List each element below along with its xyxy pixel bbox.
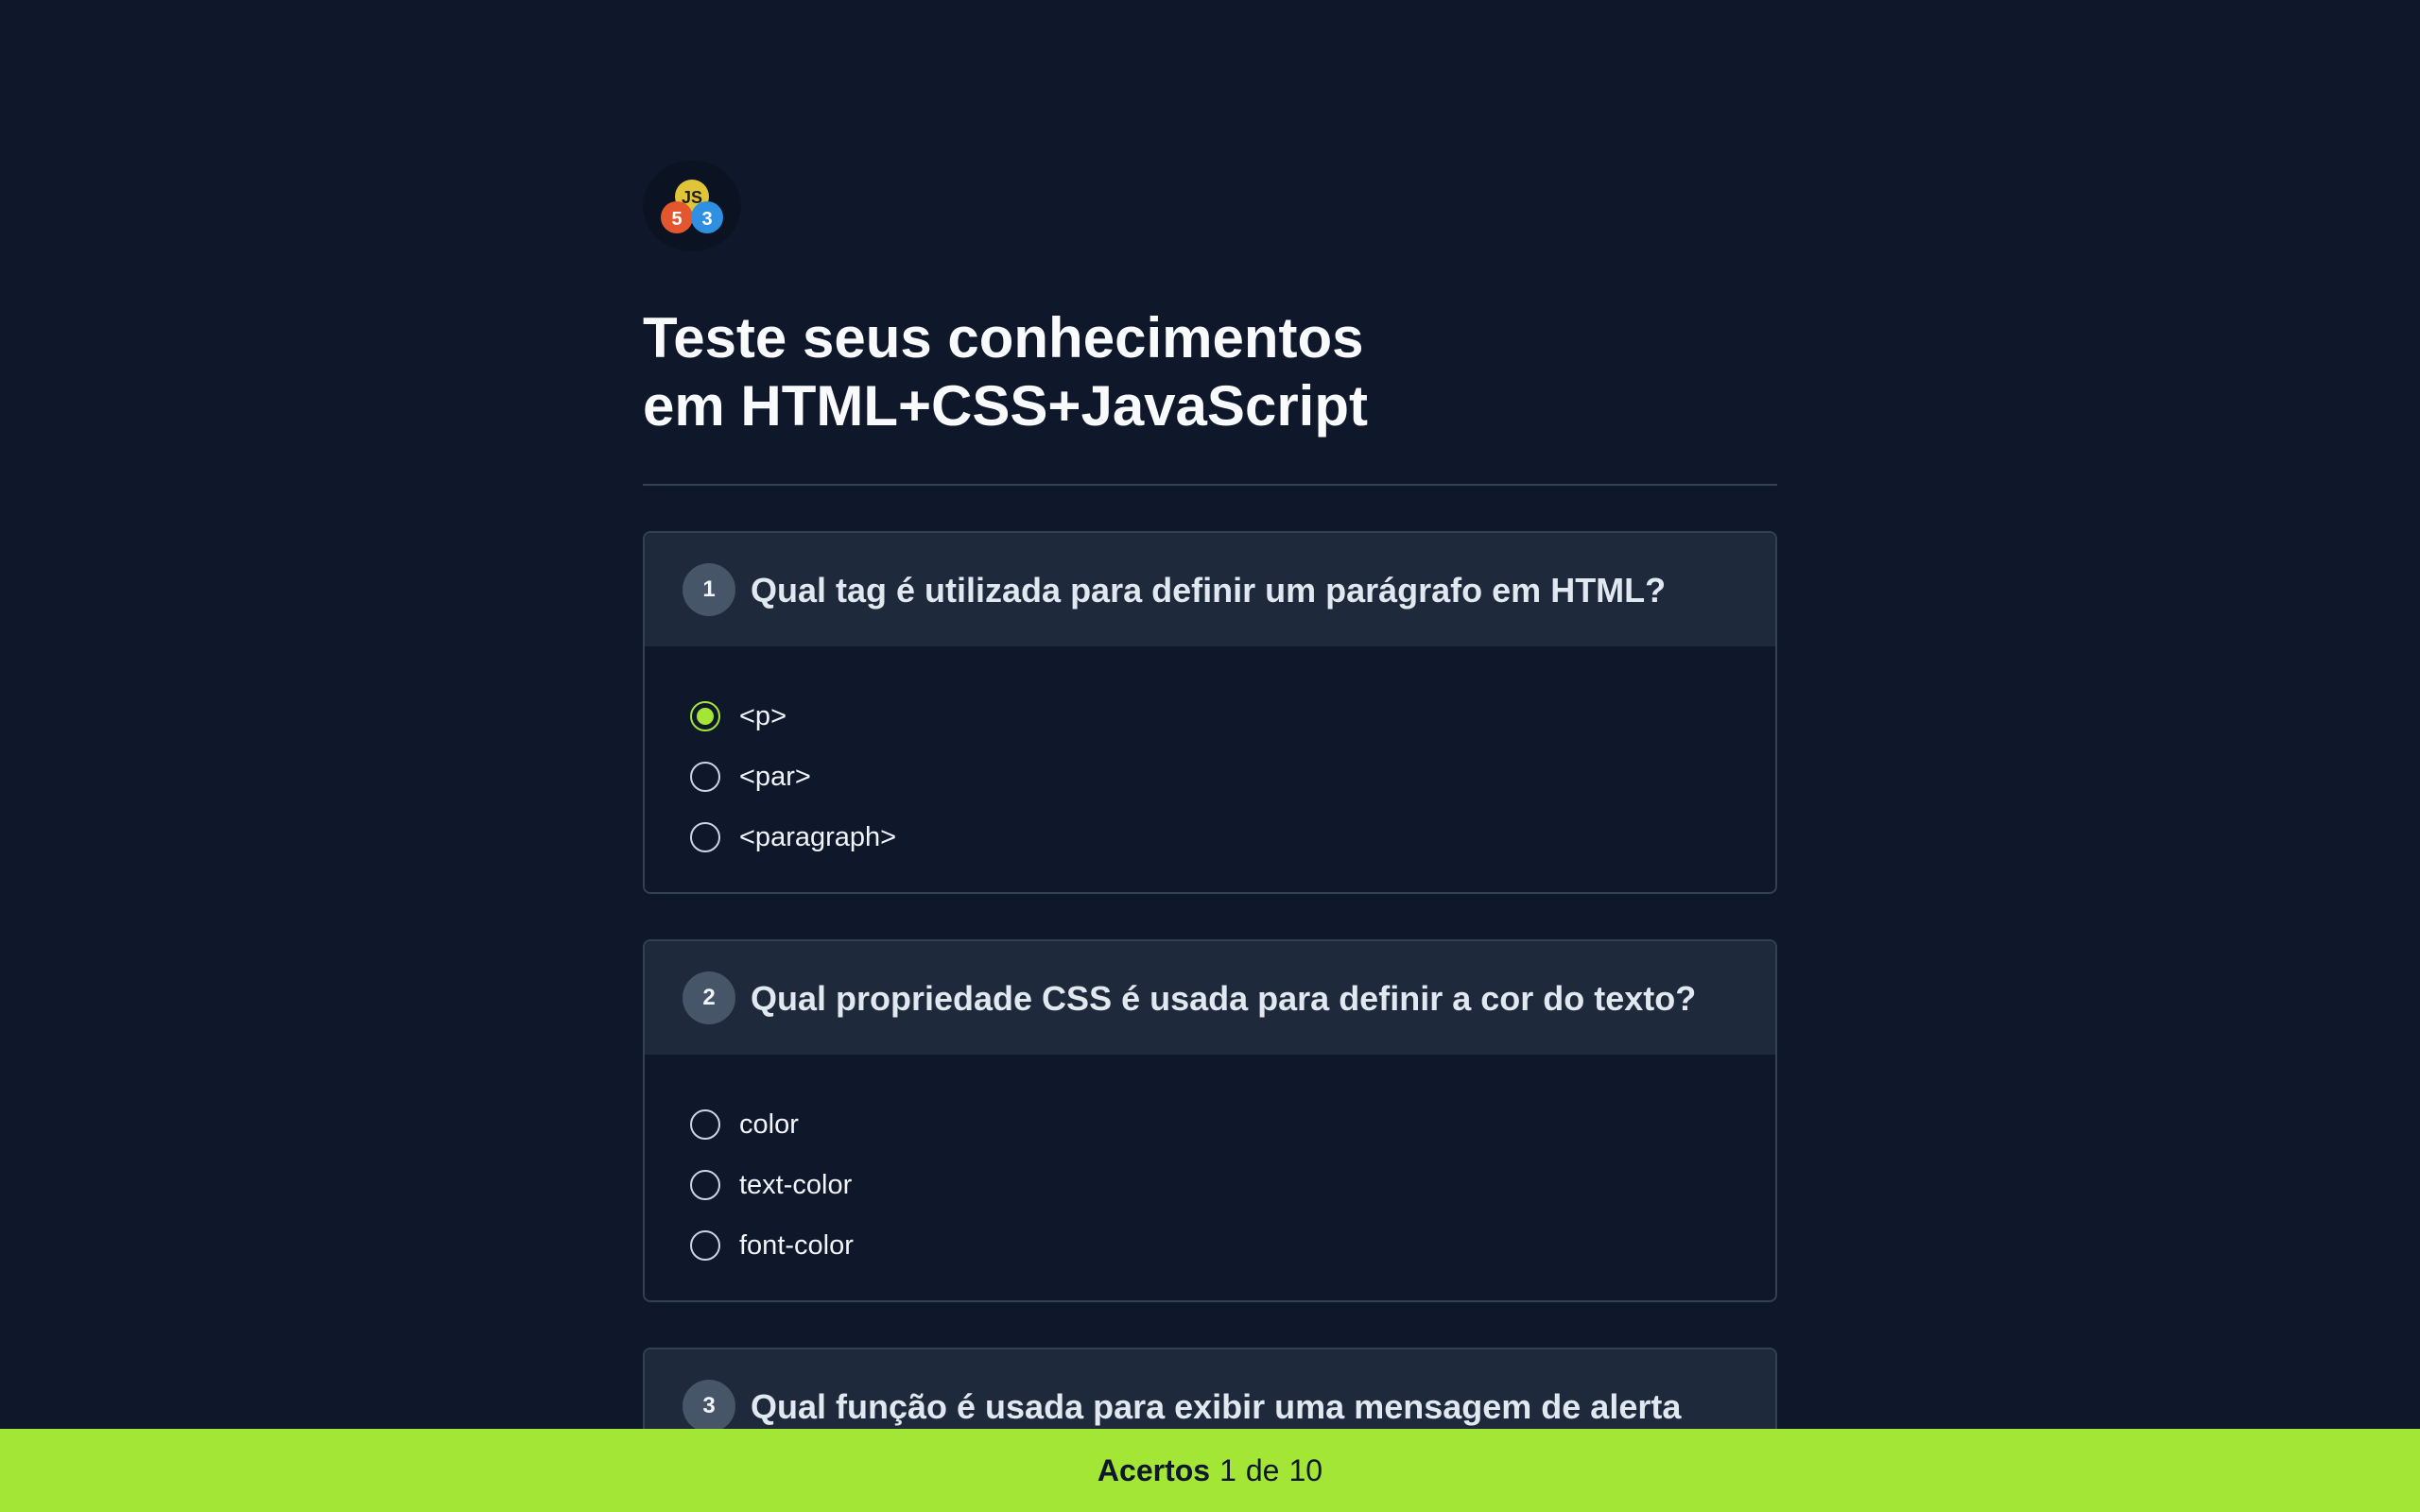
logo-html-text: 5 [671,209,682,230]
radio-button[interactable] [690,1170,720,1200]
quiz-container: JS 5 3 Teste seus conhecimentos em HTML+… [643,161,1777,1465]
option-label: font-color [739,1229,854,1261]
question-options-2: color text-color font-color [645,1055,1775,1300]
question-text: Qual propriedade CSS é usada para defini… [751,978,1697,1018]
option-label: color [739,1108,799,1140]
question-options-1: <p> <par> <paragraph> [645,646,1775,892]
option-label: <p> [739,700,786,731]
score-separator: de [1245,1452,1280,1487]
question-number-badge: 3 [683,1380,735,1433]
radio-button[interactable] [690,822,720,852]
question-header-1: 1 Qual tag é utilizada para definir um p… [645,533,1775,646]
question-number-badge: 1 [683,563,735,616]
option-font-color[interactable]: font-color [690,1215,1730,1276]
title-divider [643,484,1777,486]
question-header-2: 2 Qual propriedade CSS é usada para defi… [645,941,1775,1055]
quiz-page: JS 5 3 Teste seus conhecimentos em HTML+… [0,0,2420,1512]
logo-js-text: JS [682,188,702,207]
title-line-1: Teste seus conhecimentos [643,306,1364,369]
score-total: 10 [1288,1452,1323,1487]
option-par[interactable]: <par> [690,747,1730,807]
page-title: Teste seus conhecimentos em HTML+CSS+Jav… [643,304,1777,440]
question-number-badge: 2 [683,971,735,1024]
html-css-js-logo: JS 5 3 [643,161,741,251]
score-value: 1 [1219,1452,1236,1487]
radio-button[interactable] [690,1230,720,1261]
question-text: Qual tag é utilizada para definir um par… [751,570,1667,610]
option-text-color[interactable]: text-color [690,1155,1730,1215]
question-card-2: 2 Qual propriedade CSS é usada para defi… [643,939,1777,1302]
question-text: Qual função é usada para exibir uma mens… [751,1386,1682,1426]
radio-button[interactable] [690,1109,720,1140]
option-label: text-color [739,1169,853,1200]
radio-button-checked[interactable] [690,701,720,731]
option-label: <paragraph> [739,821,897,852]
title-line-2: em HTML+CSS+JavaScript [643,374,1368,438]
score-bar: Acertos 1 de 10 [0,1429,2420,1512]
option-paragraph[interactable]: <paragraph> [690,807,1730,868]
logo-css-text: 3 [701,209,712,230]
score-label: Acertos [1097,1452,1211,1487]
radio-button[interactable] [690,762,720,792]
option-color[interactable]: color [690,1094,1730,1155]
option-p[interactable]: <p> [690,686,1730,747]
option-label: <par> [739,761,811,792]
question-card-1: 1 Qual tag é utilizada para definir um p… [643,531,1777,894]
